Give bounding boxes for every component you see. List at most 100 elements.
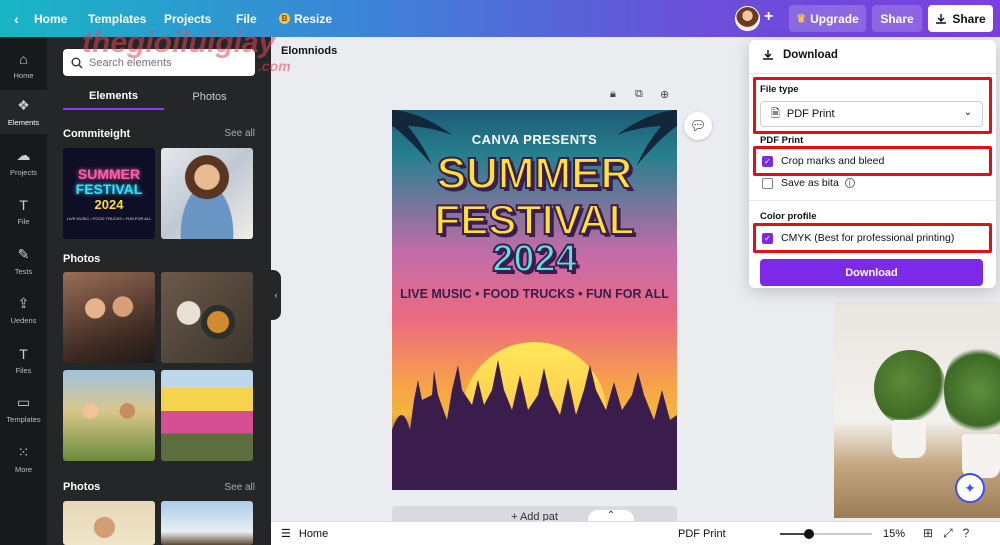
rail-item-label: File [17, 216, 30, 226]
add-collaborator-icon[interactable]: + [764, 8, 773, 26]
watermark-suffix: .com [258, 58, 291, 74]
zoom-slider[interactable] [780, 529, 872, 539]
view-controls: ⊞⤢? [923, 526, 979, 541]
grid-view-icon[interactable]: ⊞ [923, 526, 943, 540]
rail-item-label: Home [13, 70, 34, 80]
summer-festival-thumbnail[interactable]: SUMMER FESTIVAL 2024 LIVE MUSIC • FOOD T… [63, 148, 155, 239]
watermark: thegioiluigiay [82, 28, 275, 58]
file-type-select[interactable]: 🗎︎ PDF Print ⌄ [760, 101, 983, 127]
rail-item-home[interactable]: ⌂ Home [0, 43, 47, 87]
thumb-text: 2024 [94, 196, 124, 212]
duplicate-page-icon[interactable]: ⧉ [635, 88, 643, 101]
text-icon: T [19, 196, 28, 213]
rail-item-projects[interactable]: ☁ Projects [0, 140, 47, 184]
crop-marks-option[interactable]: ✓ Crop marks and bleed [762, 155, 884, 167]
lock-icon[interactable]: 🔒︎ [610, 88, 616, 101]
divider [749, 73, 996, 74]
divider [749, 200, 996, 201]
left-rail: ⌂ Home ❖ Elements ☁ Projects T File ✎ Te… [0, 37, 47, 545]
thumb-text: FESTIVAL [75, 180, 143, 197]
save-as-checkbox[interactable] [762, 177, 773, 189]
photo-thumbnail[interactable] [161, 272, 253, 363]
see-all-link[interactable]: See all [224, 482, 255, 493]
info-icon[interactable]: i [844, 178, 855, 188]
rail-item-tests[interactable]: ✎ Tests [0, 239, 47, 283]
save-as-option[interactable]: Save as bita i [762, 177, 855, 189]
help-icon[interactable]: ? [963, 526, 980, 540]
pdf-print-section-label: PDF Print [760, 135, 804, 146]
resize-label: Resize [294, 11, 333, 26]
rail-item-uedens[interactable]: ⇪ Uedens [0, 288, 47, 332]
crop-marks-checkbox[interactable]: ✓ [762, 155, 773, 167]
download-panel: Download File type 🗎︎ PDF Print ⌄ PDF Pr… [749, 40, 996, 288]
zoom-slider-handle[interactable] [803, 529, 814, 539]
rail-item-label: Files [15, 365, 32, 375]
notes-icon: ☰ [281, 528, 291, 540]
upgrade-button[interactable]: ♛ Upgrade [789, 5, 866, 32]
plant-leaves [944, 342, 1000, 438]
download-header-label: Download [783, 49, 838, 61]
rail-item-file[interactable]: T File [0, 189, 47, 233]
text-icon: T [19, 345, 28, 362]
zoom-level[interactable]: 15% [883, 528, 905, 540]
notes-home-button[interactable]: ☰ Home [281, 527, 328, 541]
summer-festival-poster[interactable]: CANVA PRESENTS SUMMER FESTIVAL 2024 LIVE… [392, 110, 677, 490]
document-icon: 🗎︎ [771, 107, 780, 120]
cmyk-option[interactable]: ✓ CMYK (Best for professional printing) [762, 232, 954, 244]
photo-thumbnail[interactable] [63, 501, 155, 545]
fullscreen-icon[interactable]: ⤢ [943, 526, 963, 540]
food-truck-thumbnail[interactable] [161, 370, 253, 461]
avatar[interactable] [735, 6, 760, 31]
chevron-down-icon: ⌄ [963, 107, 972, 118]
save-as-label: Save as bita [781, 177, 839, 189]
upload-icon: ⇪ [17, 295, 30, 311]
bottom-pdf-print-label: PDF Print [678, 528, 726, 540]
add-page-icon[interactable]: ⊕ [660, 88, 669, 101]
rail-item-label: Templates [6, 415, 41, 424]
draw-icon: ✎ [17, 246, 30, 262]
thumb-text: SUMMER [77, 165, 141, 182]
home-icon: ⌂ [19, 50, 28, 67]
crop-marks-label: Crop marks and bleed [781, 155, 885, 167]
rail-item-templates[interactable]: ▭ Templates [0, 387, 47, 431]
back-chevron-icon[interactable]: ‹ [14, 0, 19, 37]
rail-item-label: Projects [9, 168, 38, 177]
share-download-button[interactable]: Share [928, 5, 993, 32]
section-title: Commiteight [63, 128, 131, 140]
see-all-link[interactable]: See all [224, 128, 255, 139]
photo-thumbnail[interactable] [161, 501, 253, 545]
poster-year: 2024 [491, 237, 578, 281]
poster-title-line1: SUMMER [436, 149, 634, 199]
photo-thumbnail[interactable] [63, 370, 155, 461]
rail-item-more[interactable]: ⁙ More [0, 437, 47, 481]
cmyk-checkbox[interactable]: ✓ [762, 232, 773, 244]
thumb-text: LIVE MUSIC • FOOD TRUCKS • FUN FOR ALL [66, 215, 152, 221]
magic-sparkle-icon[interactable]: ✦ [955, 473, 985, 503]
upgrade-label: Upgrade [810, 11, 859, 26]
share-button[interactable]: Share [872, 5, 922, 32]
rail-item-label: Elements [7, 118, 40, 127]
rail-item-files[interactable]: T Files [0, 338, 47, 382]
section-title: Photos [63, 481, 101, 493]
topbar-home-link[interactable]: Home [34, 0, 67, 37]
download-icon [936, 13, 947, 24]
download-button[interactable]: Download [760, 259, 983, 286]
poster-presents: CANVA PRESENTS [471, 132, 598, 147]
dancing-crowd-silhouette [392, 360, 677, 490]
photo-thumbnail[interactable] [63, 272, 155, 363]
topbar-resize-button[interactable]: B Resize [279, 0, 332, 37]
plant-leaves [874, 350, 946, 426]
file-type-value: PDF Print [786, 108, 835, 120]
elements-icon: ❖ [17, 97, 30, 113]
rail-item-elements[interactable]: ❖ Elements [0, 90, 47, 134]
tab-photos[interactable]: Photos [164, 84, 255, 110]
smiling-woman-thumbnail[interactable] [161, 148, 253, 239]
collapse-panel-handle[interactable]: ‹ [271, 270, 281, 320]
rail-item-label: Tests [14, 267, 33, 276]
tab-elements[interactable]: Elements [63, 84, 164, 110]
download-header: Download [762, 49, 838, 61]
panel-tabs: Elements Photos [63, 84, 255, 110]
share-download-label: Share [952, 11, 986, 26]
add-comment-icon[interactable]: 💬︎ [684, 112, 712, 140]
cmyk-label: CMYK (Best for professional printing) [781, 232, 955, 244]
